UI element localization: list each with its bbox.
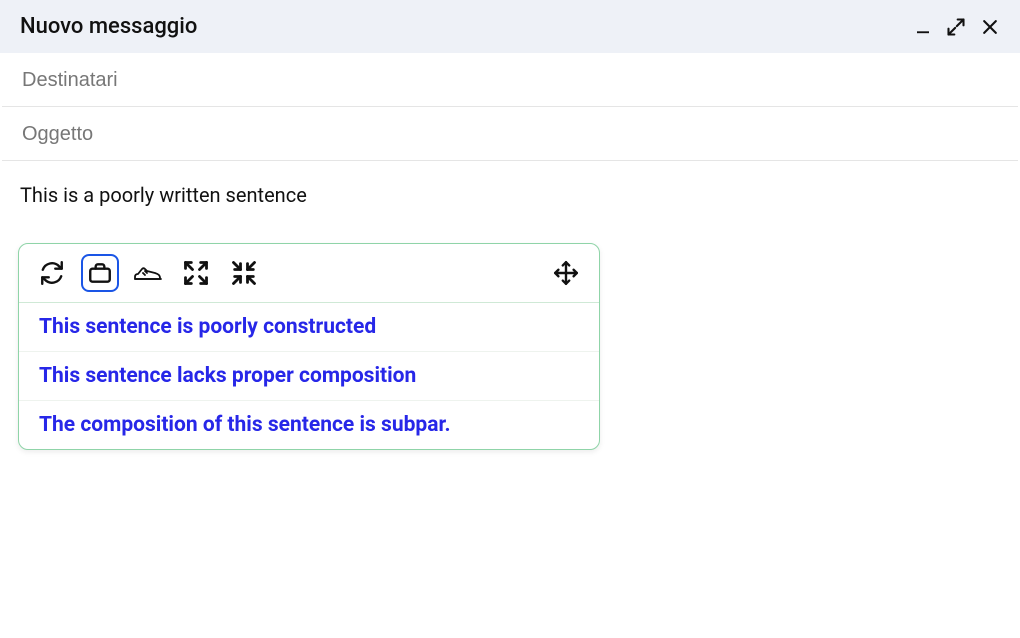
suggestion-list: This sentence is poorly constructed This… [19,303,599,449]
collapse-arrows-icon[interactable] [225,254,263,292]
close-icon[interactable] [980,17,1000,37]
shoe-icon[interactable] [129,254,167,292]
window-controls [914,17,1000,37]
expand-icon[interactable] [946,17,966,37]
suggestion-toolbar [19,244,599,303]
recipients-row [2,53,1018,107]
suggestion-item[interactable]: The composition of this sentence is subp… [19,401,599,449]
expand-arrows-icon[interactable] [177,254,215,292]
subject-input[interactable] [22,123,998,146]
refresh-icon[interactable] [33,254,71,292]
compose-title: Nuovo messaggio [20,14,197,39]
body-text: This is a poorly written sentence [20,183,1000,207]
compose-header: Nuovo messaggio [0,0,1020,53]
subject-row [2,107,1018,161]
suggestion-item[interactable]: This sentence is poorly constructed [19,303,599,352]
compose-body[interactable]: This is a poorly written sentence [0,161,1020,229]
suggestion-panel: This sentence is poorly constructed This… [18,243,600,450]
suggestion-item[interactable]: This sentence lacks proper composition [19,352,599,401]
briefcase-icon[interactable] [81,254,119,292]
recipients-input[interactable] [22,69,998,92]
move-icon[interactable] [547,254,585,292]
minimize-icon[interactable] [914,18,932,36]
